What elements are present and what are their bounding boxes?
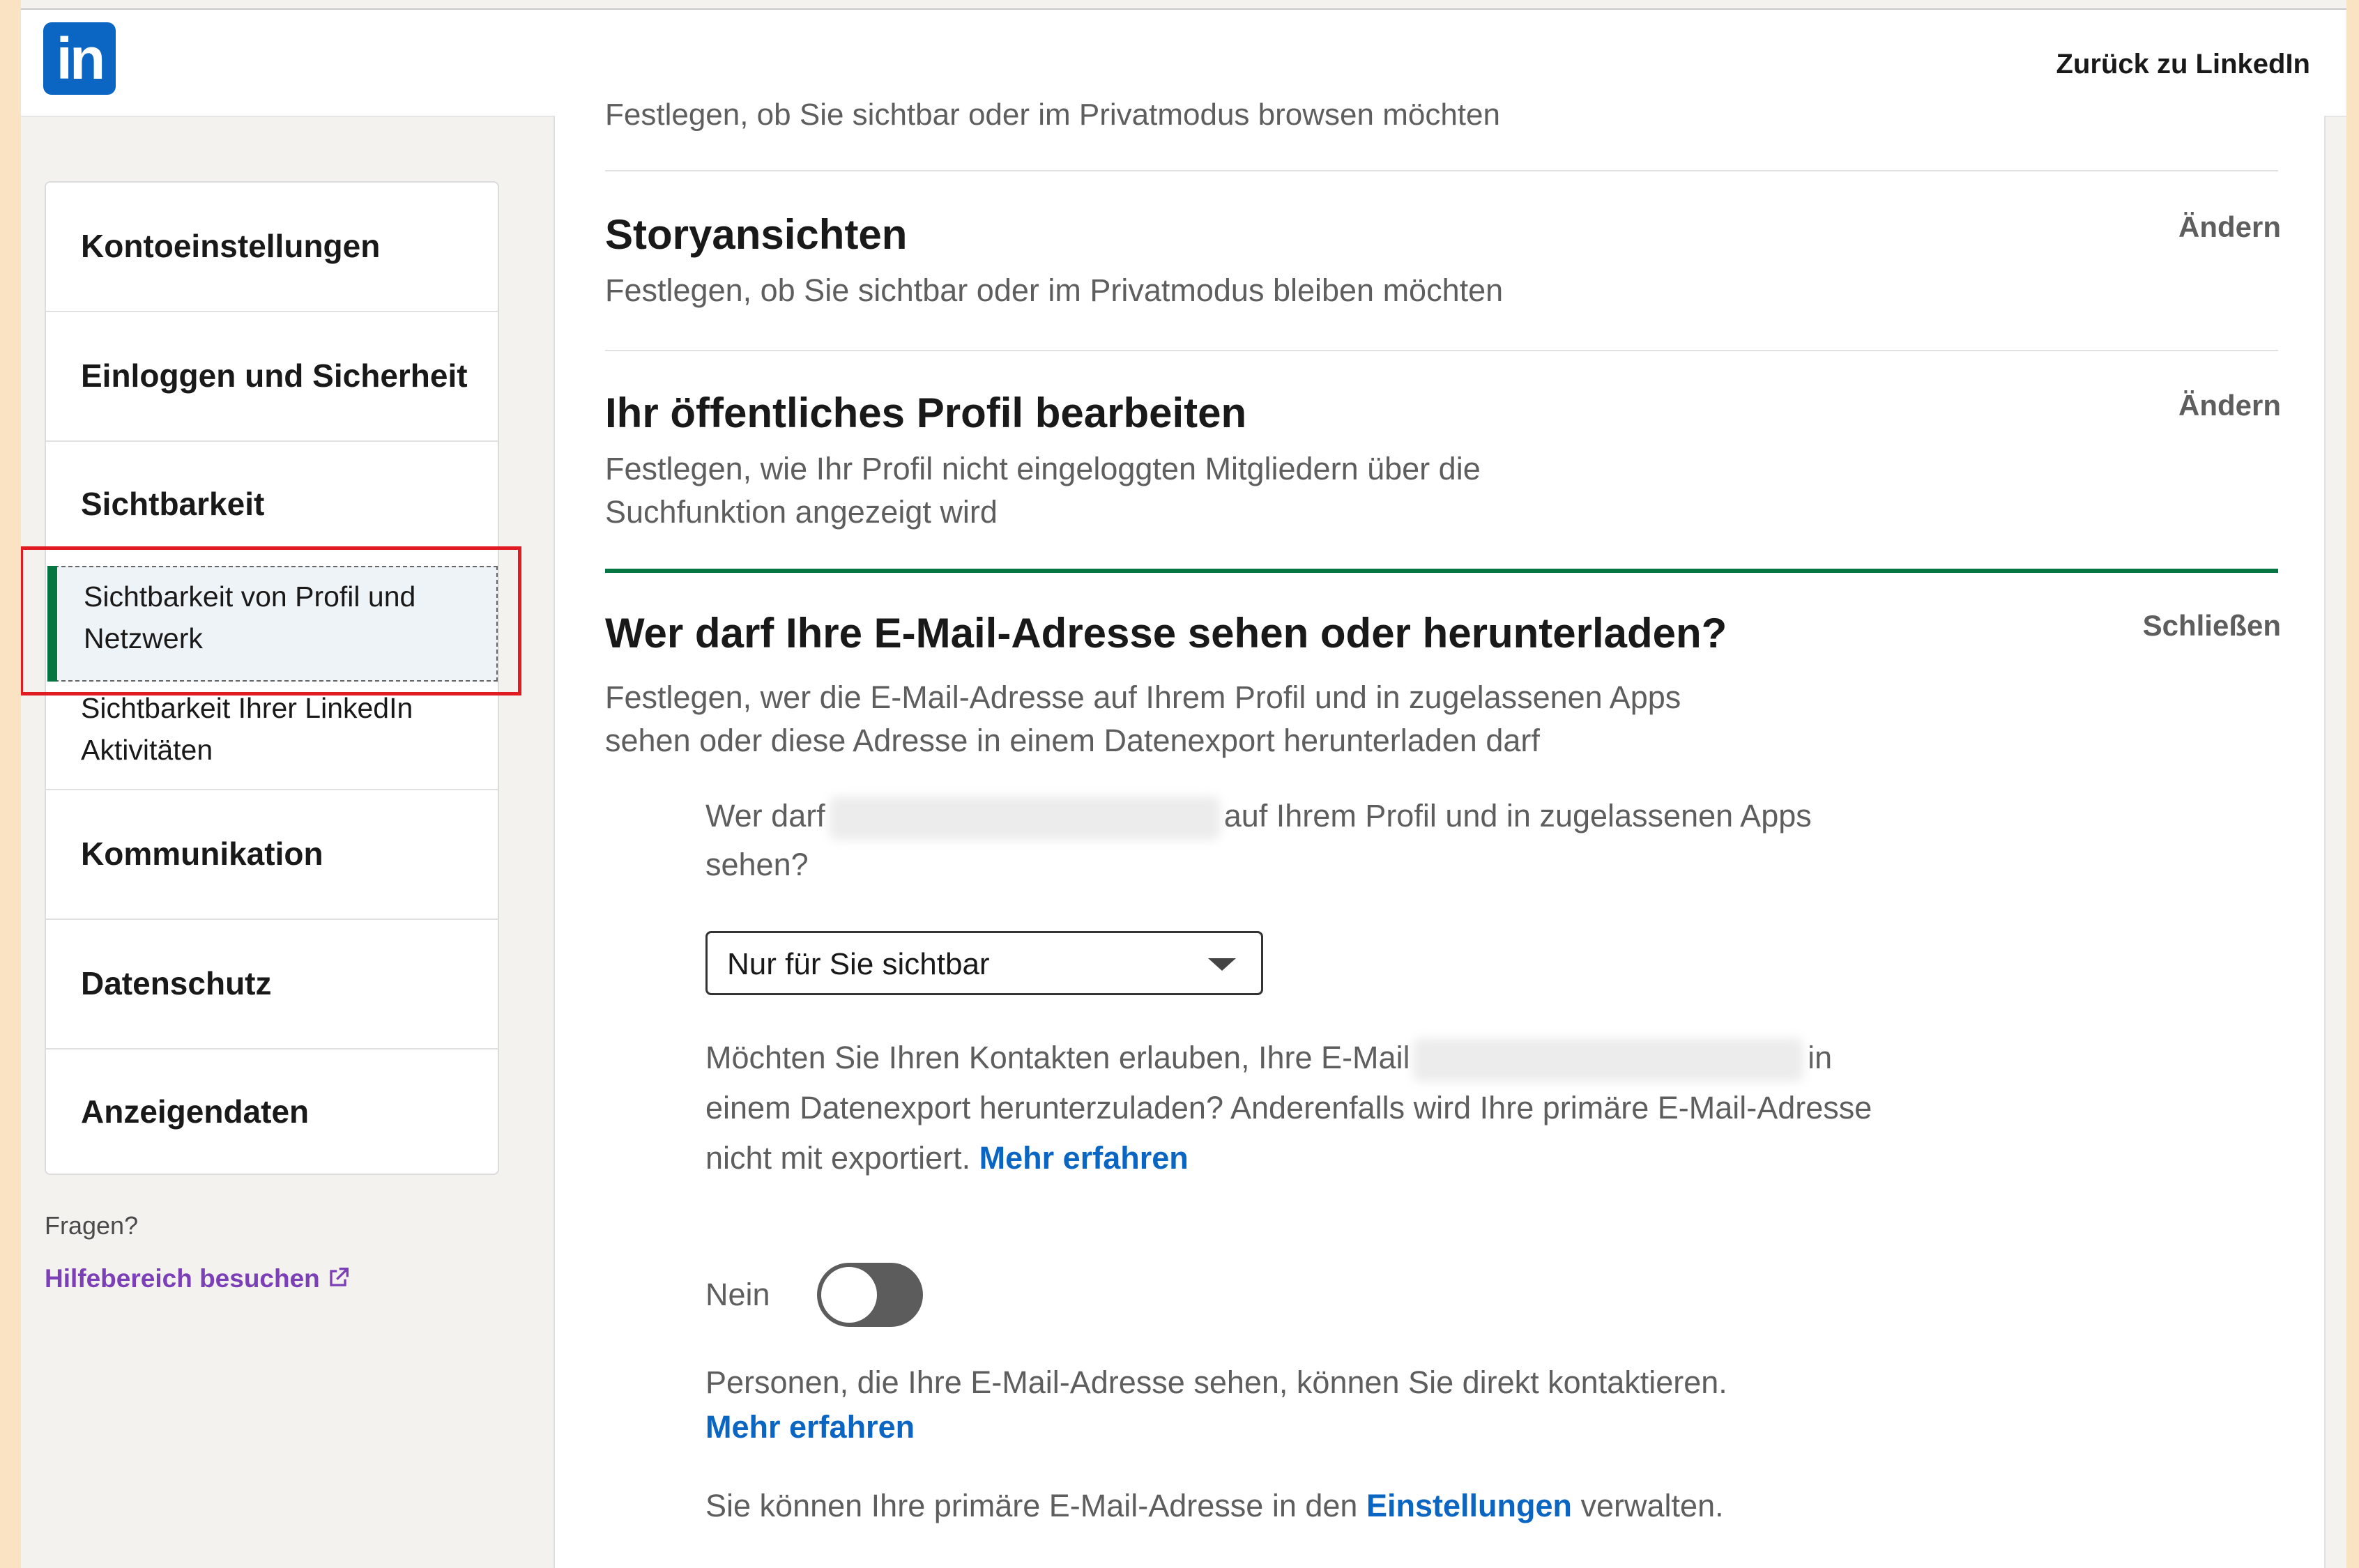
manage-suffix: verwalten. [1580,1488,1724,1523]
question-prefix: Wer darf [705,798,825,833]
sidebar-item-label: Kommunikation [81,836,323,872]
settings-main-panel: Festlegen, ob Sie sichtbar oder im Priva… [554,98,2326,1568]
public-profile-change-button[interactable]: Ändern [2178,389,2281,422]
public-profile-title: Ihr öffentliches Profil bearbeiten [605,390,1247,436]
settings-sidebar: Kontoeinstellungen Einloggen und Sicherh… [21,181,521,1175]
email-view-question: Wer darf auf Ihrem Profil und in zugelass… [705,792,1904,889]
email-visibility-dropdown[interactable]: Nur für Sie sichtbar [705,931,1263,995]
back-to-linkedin-link[interactable]: Zurück zu LinkedIn [2056,49,2310,80]
sidebar-item-label: Datenschutz [81,965,272,1001]
learn-more-link[interactable]: Mehr erfahren [979,1140,1189,1176]
external-link-icon [330,1268,349,1286]
contact-note-text: Personen, die Ihre E-Mail-Adresse sehen,… [705,1365,1727,1400]
sidebar-item-communication[interactable]: Kommunikation [46,790,498,920]
sidebar-item-account[interactable]: Kontoeinstellungen [46,183,498,312]
divider [605,350,2278,351]
linkedin-logo-icon[interactable]: in [43,22,116,95]
sidebar-section-visibility: Sichtbarkeit Sichtbarkeit von Profil und… [21,442,521,790]
dropdown-selected-value: Nur für Sie sichtbar [727,947,990,981]
export-email-toggle[interactable] [817,1263,923,1327]
sidebar-item-label: Anzeigendaten [81,1093,310,1130]
email-visibility-description: Festlegen, wer die E-Mail-Adresse auf Ih… [605,679,1681,758]
story-views-change-button[interactable]: Ändern [2178,210,2281,244]
story-views-title: Storyansichten [605,211,908,258]
divider [605,170,2278,171]
red-highlight-frame [21,546,521,695]
sidebar-item-data-privacy[interactable]: Datenschutz [46,920,498,1050]
export-question-prefix: Möchten Sie Ihren Kontakten erlauben, Ih… [705,1040,1410,1075]
manage-email-note: Sie können Ihre primäre E-Mail-Adresse i… [705,1482,1904,1530]
contact-note: Personen, die Ihre E-Mail-Adresse sehen,… [705,1360,1904,1450]
story-views-description: Festlegen, ob Sie sichtbar oder im Priva… [605,272,1504,308]
help-center-link-label: Hilfebereich besuchen [45,1264,320,1293]
sidebar-item-login-security[interactable]: Einloggen und Sicherheit [46,312,498,442]
sidebar-subitem-activity-visibility[interactable]: Sichtbarkeit Ihrer LinkedIn Aktivitäten [81,687,471,771]
settings-link[interactable]: Einstellungen [1366,1488,1572,1523]
sidebar-item-label: Kontoeinstellungen [81,228,381,264]
cut-off-description: Festlegen, ob Sie sichtbar oder im Priva… [605,98,1500,132]
section-open-indicator [605,569,2278,573]
faq-label: Fragen? [45,1211,139,1240]
email-visibility-close-button[interactable]: Schließen [2143,609,2281,643]
sidebar-item-label[interactable]: Sichtbarkeit [81,485,264,523]
email-visibility-title: Wer darf Ihre E-Mail-Adresse sehen oder … [605,610,1727,656]
help-center-link[interactable]: Hilfebereich besuchen [45,1264,352,1293]
sidebar-item-ad-data[interactable]: Anzeigendaten [46,1050,498,1174]
chevron-down-icon [1208,958,1236,971]
public-profile-description: Festlegen, wie Ihr Profil nicht eingelog… [605,451,1481,530]
manage-prefix: Sie können Ihre primäre E-Mail-Adresse i… [705,1488,1358,1523]
toggle-knob [820,1266,878,1324]
blurred-email-address [1413,1038,1804,1082]
learn-more-link[interactable]: Mehr erfahren [705,1409,915,1445]
export-toggle-label: Nein [705,1277,770,1312]
blurred-email-address [829,797,1220,840]
sidebar-item-label: Einloggen und Sicherheit [81,358,468,394]
browser-frame: in Zurück zu LinkedIn Kontoeinstellungen… [21,0,2346,1568]
export-question: Möchten Sie Ihren Kontakten erlauben, Ih… [705,1033,1904,1183]
